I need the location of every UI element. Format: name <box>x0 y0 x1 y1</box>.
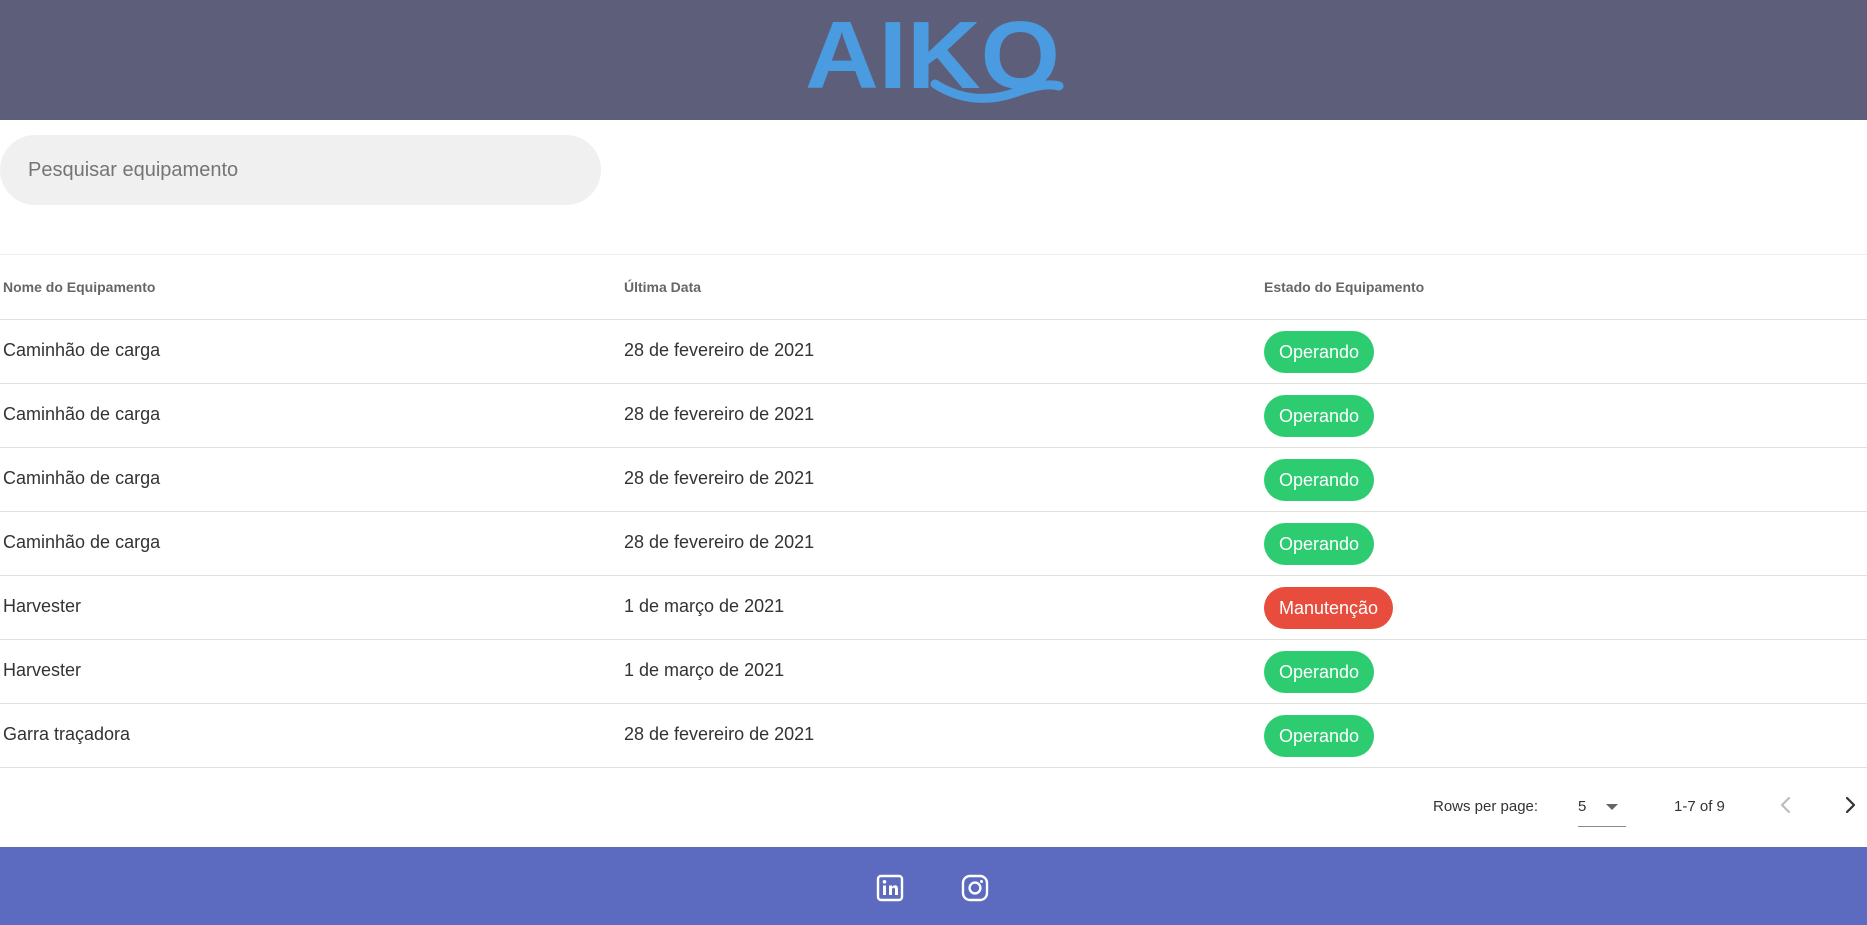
linkedin-icon[interactable] <box>876 874 904 902</box>
header-equipment-name: Nome do Equipamento <box>3 279 156 295</box>
caret-down-icon <box>1606 804 1618 810</box>
status-badge: Operando <box>1264 331 1375 373</box>
app-footer <box>0 847 1867 925</box>
chevron-left-icon[interactable] <box>1771 790 1801 820</box>
header-last-date: Última Data <box>624 279 702 295</box>
table-pagination: Rows per page: 5 1-7 of 9 <box>0 768 1867 846</box>
table-row[interactable]: Caminhão de carga 28 de fevereiro de 202… <box>0 384 1867 448</box>
equipment-name: Caminhão de carga <box>3 532 161 552</box>
equipment-name: Caminhão de carga <box>3 340 161 360</box>
last-date: 28 de fevereiro de 2021 <box>624 468 815 488</box>
pagination-range: 1-7 of 9 <box>1674 798 1725 815</box>
instagram-icon[interactable] <box>961 874 989 902</box>
table-row[interactable]: Caminhão de carga 28 de fevereiro de 202… <box>0 320 1867 384</box>
last-date: 28 de fevereiro de 2021 <box>624 404 815 424</box>
search-box <box>0 135 601 205</box>
table-row[interactable]: Garra traçadora 28 de fevereiro de 2021 … <box>0 704 1867 768</box>
table-row[interactable]: Caminhão de carga 28 de fevereiro de 202… <box>0 512 1867 576</box>
rows-per-page-value: 5 <box>1578 798 1587 815</box>
aiko-logo: AIKO <box>805 6 1064 109</box>
status-badge: Operando <box>1264 395 1375 437</box>
status-badge: Operando <box>1264 715 1375 757</box>
equipment-name: Harvester <box>3 596 82 616</box>
equipment-table: Nome do Equipamento Última Data Estado d… <box>0 254 1867 768</box>
chevron-right-icon[interactable] <box>1835 790 1865 820</box>
rows-per-page-label: Rows per page: <box>1433 798 1539 815</box>
status-badge: Operando <box>1264 459 1375 501</box>
last-date: 1 de março de 2021 <box>624 660 785 680</box>
status-badge: Operando <box>1264 651 1375 693</box>
last-date: 28 de fevereiro de 2021 <box>624 724 815 744</box>
table-row[interactable]: Harvester 1 de março de 2021 Operando <box>0 640 1867 704</box>
table-row[interactable]: Caminhão de carga 28 de fevereiro de 202… <box>0 448 1867 512</box>
last-date: 1 de março de 2021 <box>624 596 785 616</box>
table-header: Nome do Equipamento Última Data Estado d… <box>0 255 1867 320</box>
equipment-name: Caminhão de carga <box>3 468 161 488</box>
table-row[interactable]: Harvester 1 de março de 2021 Manutenção <box>0 576 1867 640</box>
rows-per-page-select[interactable]: 5 <box>1578 790 1626 827</box>
status-badge: Manutenção <box>1264 587 1394 629</box>
equipment-name: Caminhão de carga <box>3 404 161 424</box>
last-date: 28 de fevereiro de 2021 <box>624 340 815 360</box>
equipment-name: Harvester <box>3 660 82 680</box>
search-input[interactable] <box>0 135 601 205</box>
header-equipment-state: Estado do Equipamento <box>1264 279 1425 295</box>
equipment-name: Garra traçadora <box>3 724 131 744</box>
app-header: AIKO <box>0 0 1867 120</box>
status-badge: Operando <box>1264 523 1375 565</box>
last-date: 28 de fevereiro de 2021 <box>624 532 815 552</box>
